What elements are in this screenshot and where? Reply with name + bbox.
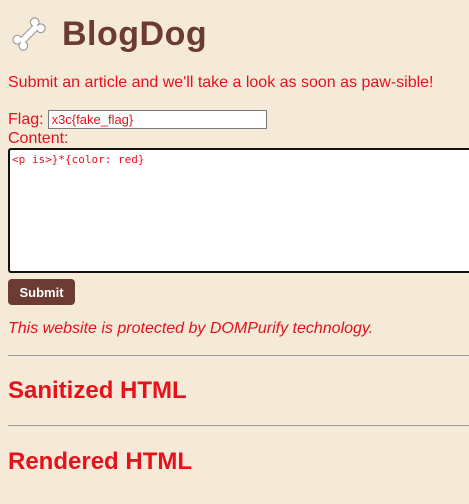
- flag-label: Flag:: [8, 110, 44, 128]
- app-title: BlogDog: [62, 15, 208, 53]
- bone-icon: [12, 17, 46, 51]
- content-textarea[interactable]: <p is>}*{color: red}: [8, 148, 469, 273]
- flag-input[interactable]: [47, 110, 267, 129]
- divider: [8, 425, 469, 426]
- divider: [8, 355, 469, 356]
- app-header: BlogDog: [10, 12, 207, 56]
- rendered-html-heading: Rendered HTML: [8, 448, 193, 475]
- content-label: Content:: [8, 130, 69, 147]
- flag-row: Flag:: [8, 110, 267, 129]
- sanitized-html-heading: Sanitized HTML: [8, 377, 187, 404]
- intro-text: Submit an article and we'll take a look …: [8, 74, 434, 91]
- submit-button[interactable]: Submit: [8, 279, 75, 305]
- dompurify-notice: This website is protected by DOMPurify t…: [8, 320, 374, 337]
